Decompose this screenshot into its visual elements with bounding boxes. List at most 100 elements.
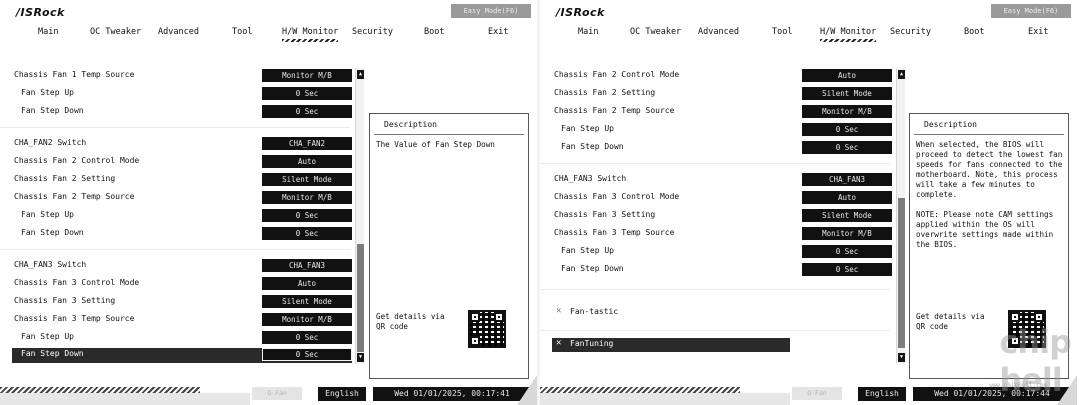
setting-row[interactable]: Chassis Fan 1 Temp Source Monitor M/B (12, 69, 352, 83)
setting-value[interactable]: Monitor M/B (262, 69, 352, 82)
setting-value[interactable]: CHA_FAN2 (262, 137, 352, 150)
tab-boot[interactable]: Boot (964, 27, 984, 37)
tab-hw-monitor[interactable]: H/W Monitor (820, 27, 877, 42)
setting-row[interactable]: CHA_FAN3 Switch CHA_FAN3 (12, 259, 352, 273)
divider (540, 330, 890, 331)
setting-value[interactable]: Auto (262, 277, 352, 290)
setting-value[interactable]: 0 Sec (262, 87, 352, 100)
setting-value[interactable]: Auto (802, 191, 892, 204)
setting-row[interactable]: Chassis Fan 3 Control Mode Auto (552, 191, 892, 205)
scroll-thumb[interactable] (357, 244, 364, 352)
top-nav: Main OC Tweaker Advanced Tool H/W Monito… (0, 27, 537, 42)
setting-value[interactable]: 0 Sec (262, 105, 352, 118)
setting-value[interactable]: Monitor M/B (802, 105, 892, 118)
setting-row[interactable]: Fan Step Down 0 Sec (552, 263, 892, 277)
setting-row[interactable]: CHA_FAN3 Switch CHA_FAN3 (552, 173, 892, 187)
scrollbar[interactable]: ▲ ▼ (896, 68, 905, 364)
tab-advanced[interactable]: Advanced (698, 27, 739, 37)
setting-row[interactable]: Fan Step Up 0 Sec (552, 245, 892, 259)
tool-item-fan-tastic[interactable]: ✕ Fan-tastic (552, 306, 790, 320)
tab-exit[interactable]: Exit (488, 27, 508, 37)
setting-row[interactable]: Chassis Fan 3 Temp Source Monitor M/B (12, 313, 352, 327)
datetime-display: Wed 01/01/2025, 00:17:41 (373, 387, 531, 401)
scroll-down-icon[interactable]: ▼ (898, 353, 905, 362)
tool-item-fantuning-selected[interactable]: ✕ FanTuning (552, 338, 790, 352)
setting-value[interactable]: 0 Sec (802, 141, 892, 154)
setting-value[interactable]: 0 Sec (262, 227, 352, 240)
qfan-button[interactable]: Q-Fan (252, 387, 302, 400)
setting-row-selected[interactable]: Fan Step Down 0 Sec (12, 348, 352, 363)
footer: Q-Fan English Wed 01/01/2025, 00:17:41 (0, 375, 537, 405)
scroll-up-icon[interactable]: ▲ (357, 70, 364, 79)
asrock-logo: /ISRock (16, 6, 65, 19)
chiphell-watermark-logo: chip hell (999, 323, 1072, 399)
qfan-button[interactable]: Q-Fan (792, 387, 842, 400)
scroll-up-icon[interactable]: ▲ (898, 70, 905, 79)
setting-row[interactable]: Chassis Fan 3 Control Mode Auto (12, 277, 352, 291)
description-rule (374, 134, 524, 135)
bios-screen-right: /ISRock Easy Mode(F6) Main OC Tweaker Ad… (540, 0, 1077, 405)
wrench-icon: ✕ (556, 338, 562, 348)
setting-row[interactable]: Chassis Fan 3 Setting Silent Mode (552, 209, 892, 223)
footer: Q-Fan English Wed 01/01/2025, 00:17:44 (540, 375, 1077, 405)
setting-value[interactable]: 0 Sec (262, 348, 352, 361)
description-title: Description (924, 120, 977, 129)
tab-tool[interactable]: Tool (232, 27, 252, 37)
setting-value[interactable]: Monitor M/B (262, 313, 352, 326)
setting-row[interactable]: Chassis Fan 3 Temp Source Monitor M/B (552, 227, 892, 241)
setting-value[interactable]: Auto (802, 69, 892, 82)
setting-row[interactable]: Chassis Fan 3 Setting Silent Mode (12, 295, 352, 309)
setting-value[interactable]: 0 Sec (262, 331, 352, 344)
asrock-logo: /ISRock (556, 6, 605, 19)
setting-row[interactable]: Chassis Fan 2 Control Mode Auto (12, 155, 352, 169)
tab-advanced[interactable]: Advanced (158, 27, 199, 37)
description-text: The Value of Fan Step Down (376, 140, 495, 149)
setting-row[interactable]: CHA_FAN2 Switch CHA_FAN2 (12, 137, 352, 151)
top-nav: Main OC Tweaker Advanced Tool H/W Monito… (540, 27, 1077, 42)
tab-security[interactable]: Security (890, 27, 931, 37)
tab-hw-monitor[interactable]: H/W Monitor (282, 27, 339, 42)
setting-row[interactable]: Fan Step Up 0 Sec (552, 123, 892, 137)
setting-row[interactable]: Fan Step Up 0 Sec (12, 209, 352, 223)
scrollbar[interactable]: ▲ ▼ (355, 68, 364, 364)
setting-value[interactable]: 0 Sec (802, 245, 892, 258)
setting-value[interactable]: Monitor M/B (262, 191, 352, 204)
tab-oc-tweaker[interactable]: OC Tweaker (630, 27, 681, 37)
scroll-thumb[interactable] (898, 198, 905, 348)
tab-main[interactable]: Main (578, 27, 598, 37)
setting-row[interactable]: Chassis Fan 2 Temp Source Monitor M/B (12, 191, 352, 205)
setting-value[interactable]: Silent Mode (262, 173, 352, 186)
tab-tool[interactable]: Tool (772, 27, 792, 37)
language-button[interactable]: English (318, 387, 366, 401)
tab-boot[interactable]: Boot (424, 27, 444, 37)
setting-row[interactable]: Chassis Fan 2 Setting Silent Mode (552, 87, 892, 101)
setting-row[interactable]: Fan Step Down 0 Sec (12, 105, 352, 119)
wrench-icon: ✕ (556, 306, 562, 316)
setting-row[interactable]: Fan Step Up 0 Sec (12, 331, 352, 345)
scroll-down-icon[interactable]: ▼ (357, 353, 364, 362)
setting-row[interactable]: Fan Step Up 0 Sec (12, 87, 352, 101)
tab-security[interactable]: Security (352, 27, 393, 37)
setting-value[interactable]: Auto (262, 155, 352, 168)
tab-oc-tweaker[interactable]: OC Tweaker (90, 27, 141, 37)
setting-row[interactable]: Fan Step Down 0 Sec (552, 141, 892, 155)
tab-exit[interactable]: Exit (1028, 27, 1048, 37)
setting-row[interactable]: Chassis Fan 2 Control Mode Auto (552, 69, 892, 83)
footer-stripe (0, 387, 200, 393)
setting-value[interactable]: 0 Sec (802, 263, 892, 276)
setting-value[interactable]: Silent Mode (802, 87, 892, 100)
setting-row[interactable]: Chassis Fan 2 Temp Source Monitor M/B (552, 105, 892, 119)
easy-mode-button[interactable]: Easy Mode(F6) (451, 4, 531, 18)
setting-value[interactable]: CHA_FAN3 (262, 259, 352, 272)
setting-row[interactable]: Fan Step Down 0 Sec (12, 227, 352, 241)
easy-mode-button[interactable]: Easy Mode(F6) (991, 4, 1071, 18)
setting-value[interactable]: CHA_FAN3 (802, 173, 892, 186)
tab-main[interactable]: Main (38, 27, 58, 37)
language-button[interactable]: English (858, 387, 906, 401)
setting-row[interactable]: Chassis Fan 2 Setting Silent Mode (12, 173, 352, 187)
setting-value[interactable]: Monitor M/B (802, 227, 892, 240)
setting-value[interactable]: 0 Sec (802, 123, 892, 136)
setting-value[interactable]: 0 Sec (262, 209, 352, 222)
setting-value[interactable]: Silent Mode (802, 209, 892, 222)
setting-value[interactable]: Silent Mode (262, 295, 352, 308)
